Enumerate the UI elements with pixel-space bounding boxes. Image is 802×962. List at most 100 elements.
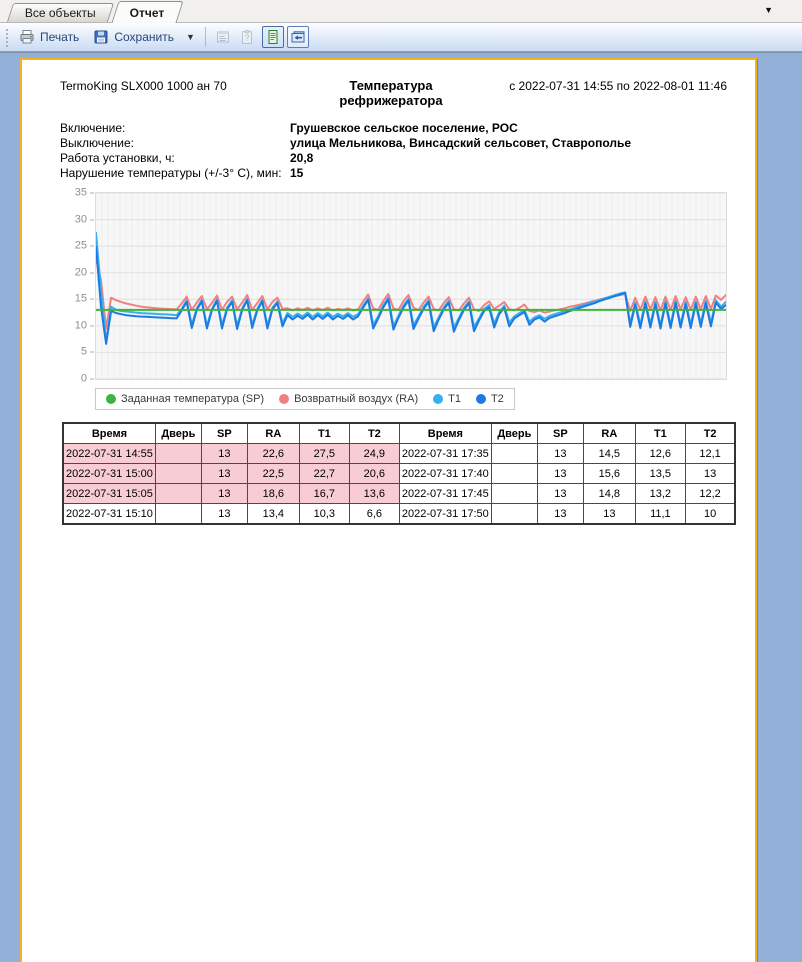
table-cell xyxy=(491,484,537,504)
page-title: Температура рефрижератора xyxy=(305,78,477,108)
table-cell: 2022-07-31 15:05 xyxy=(63,484,155,504)
save-button-label: Сохранить xyxy=(114,30,174,44)
table-cell: 6,6 xyxy=(349,504,399,525)
table-header-cell: Время xyxy=(63,423,155,444)
landscape-view-button[interactable] xyxy=(287,26,309,48)
info-value: 20,8 xyxy=(290,151,313,166)
info-label: Нарушение температуры (+/-3° C), мин: xyxy=(60,166,290,181)
tab-all-objects-label: Все объекты xyxy=(25,6,96,20)
y-tick-label: 10 xyxy=(75,320,94,331)
legend-item-sp: Заданная температура (SP) xyxy=(106,393,264,405)
table-header-cell: T1 xyxy=(635,423,685,444)
table-header-cell: Дверь xyxy=(155,423,201,444)
table-header-row: Время Дверь SP RA T1 T2 Время Дверь SP R… xyxy=(63,423,735,444)
table-cell: 12,6 xyxy=(635,444,685,464)
y-tick-label: 25 xyxy=(75,241,94,252)
table-header-cell: RA xyxy=(247,423,299,444)
table-cell: 13,4 xyxy=(247,504,299,525)
legend-item-t1: T1 xyxy=(433,393,461,405)
table-header-cell: T2 xyxy=(685,423,735,444)
table-header-cell: Время xyxy=(399,423,491,444)
info-row: Выключение: улица Мельникова, Винсадский… xyxy=(60,136,755,151)
table-cell xyxy=(155,484,201,504)
tab-bar: Все объекты Отчет ▼ xyxy=(0,0,802,23)
info-value: 15 xyxy=(290,166,303,181)
table-cell: 13 xyxy=(201,444,247,464)
table-cell: 13,2 xyxy=(635,484,685,504)
report-settings-button[interactable] xyxy=(211,25,235,49)
readings-table: Время Дверь SP RA T1 T2 Время Дверь SP R… xyxy=(62,422,736,525)
table-cell: 12,1 xyxy=(685,444,735,464)
table-header-cell: T1 xyxy=(299,423,349,444)
y-tick-label: 0 xyxy=(81,374,94,385)
toolbar-separator xyxy=(205,27,206,47)
table-header-cell: Дверь xyxy=(491,423,537,444)
legend-label: T1 xyxy=(448,393,461,405)
y-tick-label: 20 xyxy=(75,267,94,278)
chart-plot-area xyxy=(95,192,727,380)
page-portrait-icon xyxy=(265,29,281,45)
help-icon: ? xyxy=(239,29,255,45)
info-label: Включение: xyxy=(60,121,290,136)
tab-report[interactable]: Отчет xyxy=(111,1,183,23)
table-cell: 16,7 xyxy=(299,484,349,504)
table-header-cell: T2 xyxy=(349,423,399,444)
info-row: Работа установки, ч: 20,8 xyxy=(60,151,755,166)
device-name: TermoKing SLX000 1000 ан 70 xyxy=(60,79,305,93)
tab-list-button[interactable]: ▼ xyxy=(761,2,776,18)
legend-item-t2: T2 xyxy=(476,393,504,405)
table-cell: 12,2 xyxy=(685,484,735,504)
portrait-view-button[interactable] xyxy=(262,26,284,48)
table-cell: 13 xyxy=(201,484,247,504)
table-header-cell: RA xyxy=(583,423,635,444)
print-button[interactable]: Печать xyxy=(12,25,86,49)
printer-icon xyxy=(19,29,35,45)
table-cell: 13 xyxy=(583,504,635,525)
print-button-label: Печать xyxy=(40,30,79,44)
svg-text:?: ? xyxy=(245,34,250,43)
help-button[interactable]: ? xyxy=(235,25,259,49)
table-cell: 24,9 xyxy=(349,444,399,464)
report-header: TermoKing SLX000 1000 ан 70 Температура … xyxy=(60,78,727,108)
info-value: Грушевское сельское поселение, РОС xyxy=(290,121,518,136)
ra-series-dot-icon xyxy=(279,394,289,404)
table-cell: 11,1 xyxy=(635,504,685,525)
table-row: 2022-07-31 14:55 13 22,6 27,5 24,9 2022-… xyxy=(63,444,735,464)
chart-y-axis: 05101520253035 xyxy=(69,192,95,378)
chevron-down-icon: ▼ xyxy=(764,5,773,15)
table-cell xyxy=(155,504,201,525)
tab-all-objects[interactable]: Все объекты xyxy=(7,3,114,22)
table-cell: 13 xyxy=(537,444,583,464)
table-cell: 2022-07-31 14:55 xyxy=(63,444,155,464)
save-dropdown-button[interactable]: ▼ xyxy=(181,28,200,46)
content-area: TermoKing SLX000 1000 ан 70 Температура … xyxy=(0,52,802,487)
dropdown-arrow-icon: ▼ xyxy=(186,32,195,42)
y-tick-label: 30 xyxy=(75,214,94,225)
table-cell: 14,8 xyxy=(583,484,635,504)
toolbar: Печать Сохранить ▼ xyxy=(0,23,802,52)
legend-item-ra: Возвратный воздух (RA) xyxy=(279,393,418,405)
table-cell: 13 xyxy=(537,484,583,504)
y-tick-label: 15 xyxy=(75,294,94,305)
save-button[interactable]: Сохранить xyxy=(86,25,181,49)
table-cell: 27,5 xyxy=(299,444,349,464)
sp-series-dot-icon xyxy=(106,394,116,404)
table-row: 2022-07-31 15:10 13 13,4 10,3 6,6 2022-0… xyxy=(63,504,735,525)
table-cell: 2022-07-31 17:45 xyxy=(399,484,491,504)
y-tick-label: 35 xyxy=(75,188,94,199)
table-cell: 2022-07-31 15:10 xyxy=(63,504,155,525)
table-cell: 2022-07-31 17:35 xyxy=(399,444,491,464)
toolbar-grip-handle[interactable] xyxy=(4,27,9,47)
table-cell: 2022-07-31 17:50 xyxy=(399,504,491,525)
tab-report-label: Отчет xyxy=(130,6,165,20)
table-cell: 13 xyxy=(201,504,247,525)
info-value: улица Мельникова, Винсадский сельсовет, … xyxy=(290,136,631,151)
table-cell xyxy=(155,444,201,464)
y-tick-label: 5 xyxy=(81,347,94,358)
chart-legend: Заданная температура (SP) Возвратный воз… xyxy=(95,388,515,410)
table-cell: 10,3 xyxy=(299,504,349,525)
report-page: TermoKing SLX000 1000 ан 70 Температура … xyxy=(20,58,757,962)
table-header-cell: SP xyxy=(201,423,247,444)
legend-label: T2 xyxy=(491,393,504,405)
table-cell: 10 xyxy=(685,504,735,525)
